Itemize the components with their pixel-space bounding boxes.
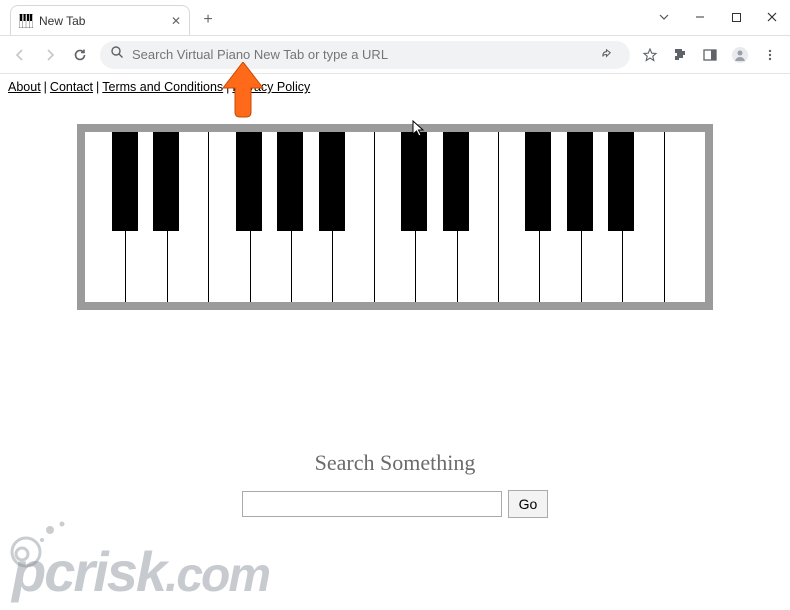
reload-button[interactable] (66, 41, 94, 69)
share-icon[interactable] (592, 41, 620, 69)
minimize-button[interactable] (682, 3, 718, 31)
piano-white-key[interactable] (665, 132, 705, 302)
piano-black-key[interactable] (525, 132, 551, 231)
profile-icon[interactable] (726, 41, 754, 69)
piano-container (77, 124, 713, 310)
titlebar: New Tab ✕ + (0, 0, 790, 36)
address-bar[interactable] (100, 41, 630, 69)
omnibox-input[interactable] (132, 47, 584, 62)
piano-black-key[interactable] (608, 132, 634, 231)
close-tab-icon[interactable]: ✕ (171, 14, 181, 28)
piano-black-key[interactable] (153, 132, 179, 231)
piano-black-key[interactable] (319, 132, 345, 231)
piano-black-key[interactable] (236, 132, 262, 231)
back-button[interactable] (6, 41, 34, 69)
search-section: Search Something Go (0, 450, 790, 518)
piano-black-key[interactable] (443, 132, 469, 231)
search-heading: Search Something (0, 450, 790, 476)
maximize-button[interactable] (718, 3, 754, 31)
go-button[interactable]: Go (508, 490, 549, 518)
toolbar (0, 36, 790, 74)
terms-link[interactable]: Terms and Conditions (102, 80, 223, 94)
about-link[interactable]: About (8, 80, 41, 94)
new-tab-button[interactable]: + (196, 8, 220, 32)
contact-link[interactable]: Contact (50, 80, 93, 94)
browser-tab[interactable]: New Tab ✕ (10, 5, 190, 35)
piano-black-key[interactable] (401, 132, 427, 231)
search-icon (110, 45, 124, 64)
piano-black-key[interactable] (277, 132, 303, 231)
watermark-bubbles (8, 510, 88, 570)
search-input[interactable] (242, 491, 502, 517)
menu-icon[interactable] (756, 41, 784, 69)
piano-black-key[interactable] (112, 132, 138, 231)
links-bar: About|Contact|Terms and Conditions|Priva… (0, 74, 790, 100)
piano (85, 132, 705, 302)
privacy-link[interactable]: Privacy Policy (232, 80, 310, 94)
bookmark-icon[interactable] (636, 41, 664, 69)
piano-icon (19, 14, 33, 28)
window-controls (646, 0, 790, 35)
forward-button[interactable] (36, 41, 64, 69)
close-window-button[interactable] (754, 3, 790, 31)
side-panel-icon[interactable] (696, 41, 724, 69)
tab-title: New Tab (39, 14, 165, 28)
extensions-icon[interactable] (666, 41, 694, 69)
watermark-text: pcrisk.com (12, 539, 269, 604)
chevron-down-icon[interactable] (646, 3, 682, 31)
piano-black-key[interactable] (567, 132, 593, 231)
